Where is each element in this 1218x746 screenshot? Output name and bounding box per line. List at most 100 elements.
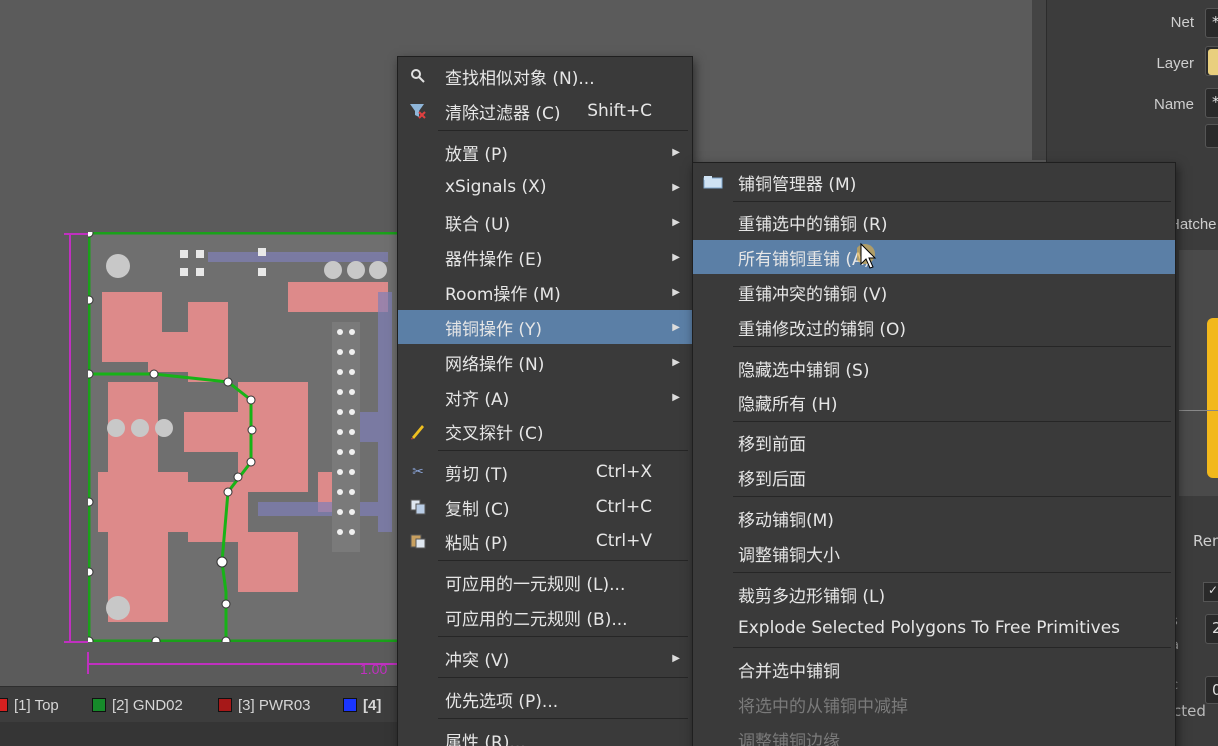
menu-separator [438,130,688,131]
menu-item-union[interactable]: 联合 (U) ▶ [398,205,692,239]
menu-item-cut[interactable]: ✂ 剪切 (T) Ctrl+X [398,455,692,489]
layer-tab-label: [3] PWR03 [238,696,311,714]
layer-label: Layer [1156,55,1194,72]
menu-item-properties[interactable]: 属性 (R)... [398,723,692,746]
layer-tab-top[interactable]: [1] Top [0,695,59,715]
name-field[interactable]: * [1205,88,1218,118]
submenu-item-adjust-polygon-edge: 调整铺铜边缘 [693,722,1175,746]
submenu-item-bring-to-front[interactable]: 移到前面 [693,425,1175,459]
value-field-0[interactable]: 0 [1205,676,1218,704]
layer-field[interactable] [1205,46,1218,76]
submenu-item-repour-all[interactable]: 所有铺铜重铺 (A) [693,240,1175,274]
menu-item-preferences[interactable]: 优先选项 (P)... [398,682,692,716]
submenu-arrow-icon: ▶ [672,391,680,403]
net-label: Net [1170,14,1194,31]
menu-item-cross-probe[interactable]: 交叉探针 (C) [398,414,692,448]
menu-item-label: 冲突 (V) [445,650,510,671]
menu-item-label: 隐藏选中铺铜 (S) [738,360,870,381]
layer-color-chip [1208,49,1218,75]
submenu-arrow-icon: ▶ [672,321,680,333]
menu-item-label: 对齐 (A) [445,389,510,410]
menu-item-label: 清除过滤器 (C) [445,103,561,124]
layer-tab-label: [2] GND02 [112,696,183,714]
submenu-arrow-icon: ▶ [672,146,680,158]
menu-item-label: Explode Selected Polygons To Free Primit… [738,618,1121,638]
submenu-item-explode-polygons[interactable]: Explode Selected Polygons To Free Primit… [693,611,1175,645]
status-bar [0,722,400,746]
menu-item-label: 将选中的从铺铜中减掉 [738,696,908,717]
menu-item-label: 移动铺铜(M) [738,510,834,531]
checkbox-field[interactable] [1205,124,1218,148]
menu-item-label: 合并选中铺铜 [738,661,840,682]
submenu-item-polygon-manager[interactable]: 铺铜管理器 (M) [693,165,1175,199]
submenu-item-repour-modified[interactable]: 重铺修改过的铺铜 (O) [693,310,1175,344]
submenu-item-repour-violating[interactable]: 重铺冲突的铺铜 (V) [693,275,1175,309]
menu-item-label: 铺铜管理器 (M) [738,174,857,195]
layer-tab-4[interactable]: [4] [343,695,381,715]
menu-item-label: 重铺冲突的铺铜 (V) [738,284,888,305]
menu-item-shortcut: Ctrl+X [595,462,652,482]
preview-area [1179,250,1218,496]
menu-item-clear-filter[interactable]: 清除过滤器 (C) Shift+C [398,94,692,128]
menu-item-label: 优先选项 (P)... [445,691,559,712]
menu-item-label: 可应用的一元规则 (L)... [445,574,626,595]
remove-text: Ren [1193,532,1218,550]
menu-item-label: 移到后面 [738,469,806,490]
hatched-option[interactable]: Hatche [1169,216,1217,233]
menu-separator [733,647,1171,648]
submenu-item-send-to-back[interactable]: 移到后面 [693,460,1175,494]
mouse-cursor-icon [855,242,879,277]
menu-item-copy[interactable]: 复制 (C) Ctrl+C [398,490,692,524]
menu-item-paste[interactable]: 粘贴 (P) Ctrl+V [398,524,692,558]
menu-item-label: 所有铺铜重铺 (A) [738,249,871,270]
menu-item-binary-rules[interactable]: 可应用的二元规则 (B)... [398,600,692,634]
menu-item-label: 重铺修改过的铺铜 (O) [738,319,907,340]
menu-item-align[interactable]: 对齐 (A) ▶ [398,380,692,414]
menu-item-label: 复制 (C) [445,499,510,520]
menu-item-find-similar[interactable]: 查找相似对象 (N)... [398,59,692,93]
copy-icon [408,497,428,517]
menu-item-room-actions[interactable]: Room操作 (M) ▶ [398,275,692,309]
layer-tab-pwr03[interactable]: [3] PWR03 [218,695,311,715]
menu-separator [733,572,1171,573]
menu-item-place[interactable]: 放置 (P) ▶ [398,135,692,169]
submenu-arrow-icon: ▶ [672,356,680,368]
checkbox[interactable]: ✓ [1203,582,1218,602]
menu-item-label: 属性 (R)... [445,732,526,746]
submenu-item-move-polygon[interactable]: 移动铺铜(M) [693,501,1175,535]
menu-separator [438,718,688,719]
submenu-arrow-icon: ▶ [672,251,680,263]
menu-item-label: 隐藏所有 (H) [738,394,838,415]
menu-item-label: 放置 (P) [445,144,508,165]
menu-item-label: 可应用的二元规则 (B)... [445,609,628,630]
layer-color-swatch [218,698,232,712]
menu-item-label: 交叉探针 (C) [445,423,544,444]
cross-probe-icon [408,421,428,441]
menu-item-violations[interactable]: 冲突 (V) ▶ [398,641,692,675]
menu-item-xsignals[interactable]: xSignals (X) ▶ [398,170,692,204]
layer-tab-gnd02[interactable]: [2] GND02 [92,695,183,715]
menu-item-label: 裁剪多边形铺铜 (L) [738,586,886,607]
menu-item-unary-rules[interactable]: 可应用的一元规则 (L)... [398,565,692,599]
menu-item-label: 联合 (U) [445,214,511,235]
net-field[interactable]: * [1205,8,1218,38]
value-field-2[interactable]: 2 [1205,614,1218,644]
menu-item-component-actions[interactable]: 器件操作 (E) ▶ [398,240,692,274]
submenu-item-repour-selected[interactable]: 重铺选中的铺铜 (R) [693,205,1175,239]
menu-separator [733,201,1171,202]
submenu-arrow-icon: ▶ [672,286,680,298]
submenu-item-hide-all[interactable]: 隐藏所有 (H) [693,385,1175,419]
submenu-item-resize-polygon[interactable]: 调整铺铜大小 [693,536,1175,570]
menu-separator [438,636,688,637]
menu-item-polygon-actions[interactable]: 铺铜操作 (Y) ▶ [398,310,692,344]
submenu-item-hide-selected[interactable]: 隐藏选中铺铜 (S) [693,351,1175,385]
menu-item-label: 器件操作 (E) [445,249,543,270]
submenu-item-slice-polygon[interactable]: 裁剪多边形铺铜 (L) [693,577,1175,611]
connected-text: cted [1173,702,1206,720]
preview-polygon [1207,318,1218,478]
menu-item-label: 调整铺铜大小 [738,545,840,566]
menu-item-label: 粘贴 (P) [445,533,508,554]
context-menu: 查找相似对象 (N)... 清除过滤器 (C) Shift+C 放置 (P) ▶… [397,56,693,746]
submenu-item-merge-polygons[interactable]: 合并选中铺铜 [693,652,1175,686]
menu-item-net-actions[interactable]: 网络操作 (N) ▶ [398,345,692,379]
